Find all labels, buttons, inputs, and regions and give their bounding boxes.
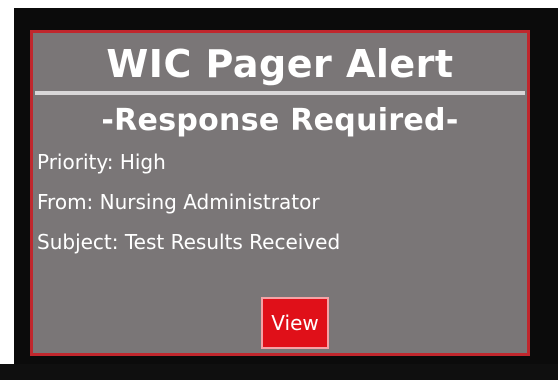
alert-title: WIC Pager Alert bbox=[106, 42, 454, 86]
screen-bottom-bezel bbox=[0, 364, 558, 380]
alert-priority: Priority: High bbox=[37, 150, 166, 174]
alert-sender: From: Nursing Administrator bbox=[37, 190, 320, 214]
pager-alert-panel: WIC Pager Alert -Response Required- Prio… bbox=[30, 30, 530, 356]
alert-subject: Subject: Test Results Received bbox=[37, 230, 341, 254]
view-button[interactable]: View bbox=[261, 297, 329, 349]
title-divider bbox=[35, 91, 525, 95]
alert-subtitle: -Response Required- bbox=[101, 103, 459, 138]
